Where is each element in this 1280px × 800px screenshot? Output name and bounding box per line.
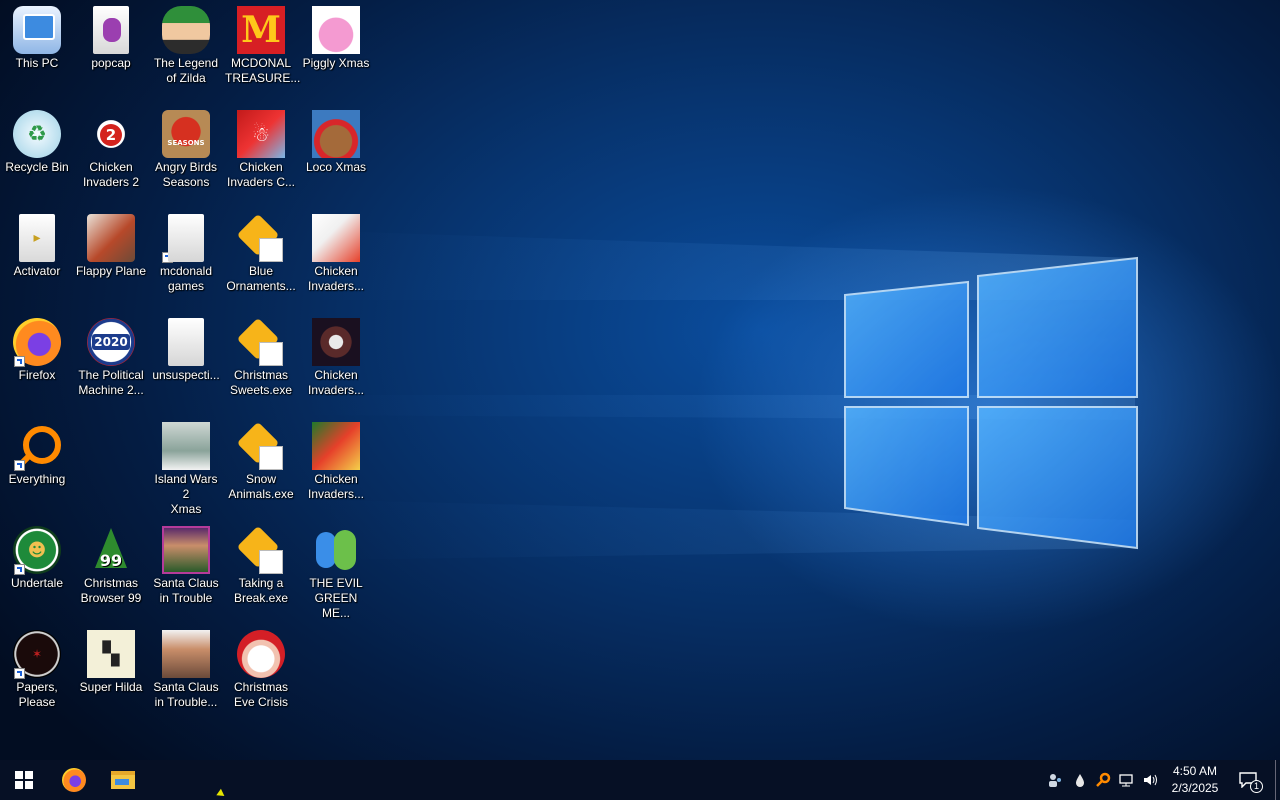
drop-icon[interactable]: [1072, 772, 1088, 788]
search-icon[interactable]: [1095, 772, 1111, 788]
taskbar-file-explorer-button[interactable]: [99, 760, 147, 800]
desktop-icon-loco-xmas[interactable]: Loco Xmas: [299, 104, 373, 208]
chicken-icon: [312, 318, 360, 366]
firefox-icon: [62, 768, 86, 792]
desktop-icon-everything[interactable]: Everything: [0, 416, 74, 520]
chicken-christmas-icon: ☃: [237, 110, 285, 158]
desktop-icon-chicken-invaders-b[interactable]: Chicken Invaders...: [299, 312, 373, 416]
desktop-icon-chicken-invaders-c[interactable]: ☃ Chicken Invaders C...: [224, 104, 298, 208]
desktop-icon-snow-animals[interactable]: Snow Animals.exe: [224, 416, 298, 520]
angry-birds-icon: SEASONS: [162, 110, 210, 158]
desktop-icon-island-wars-2[interactable]: Island Wars 2 Xmas: [149, 416, 223, 520]
desktop-icon-flappy-plane[interactable]: Flappy Plane: [74, 208, 148, 312]
desktop-icon-angry-birds-seasons[interactable]: SEASONS Angry Birds Seasons: [149, 104, 223, 208]
folder-icon: [93, 6, 129, 54]
desktop-icon-undertale[interactable]: ☻ Undertale: [0, 520, 74, 624]
desktop-icon-chicken-invaders-2[interactable]: 2 Chicken Invaders 2: [74, 104, 173, 263]
desktop-icon-chicken-invaders-d[interactable]: Chicken Invaders...: [299, 416, 373, 520]
desktop-icon-christmas-eve-crisis[interactable]: Christmas Eve Crisis: [224, 624, 298, 728]
zilda-icon: [162, 6, 210, 54]
chicken-icon: 2: [87, 110, 135, 158]
notification-count-badge: 1: [1250, 780, 1263, 793]
desktop-icon-papers-please[interactable]: ✶ Papers, Please: [0, 624, 74, 728]
desktop-icon-this-pc[interactable]: This PC: [0, 0, 74, 104]
desktop-icon-political-machine[interactable]: 2020 The Political Machine 2...: [74, 312, 148, 416]
pig-icon: [312, 6, 360, 54]
start-button[interactable]: [0, 760, 48, 800]
shortcut-arrow-icon: [14, 668, 25, 679]
desktop-icon-santa-claus-in-trouble-2[interactable]: Santa Claus in Trouble...: [149, 624, 223, 728]
puzzle-exe-icon: [236, 421, 285, 470]
mcdonalds-logo-icon: M: [237, 6, 285, 54]
volume-icon[interactable]: [1142, 772, 1158, 788]
puzzle-exe-icon: [236, 525, 285, 574]
mouse-cursor-icon: [216, 788, 227, 800]
desktop-icon-piggly-xmas[interactable]: Piggly Xmas: [299, 0, 373, 104]
desktop-icon-taking-a-break[interactable]: Taking a Break.exe: [224, 520, 298, 624]
clock-date: 2/3/2025: [1171, 781, 1219, 795]
chicken-icon: [312, 422, 360, 470]
desktop-wallpaper[interactable]: This PC ♻ Recycle Bin ▸ Activator Firefo…: [0, 0, 1280, 760]
folder-icon: ▸: [19, 214, 55, 262]
desktop-icon-mcdonald-games[interactable]: mcdonald games: [149, 208, 223, 312]
desktop-icon-popcap[interactable]: popcap: [74, 0, 148, 104]
flappy-plane-icon: [87, 214, 135, 262]
messenger-icon: [312, 526, 360, 574]
action-center-button[interactable]: 1: [1232, 760, 1268, 800]
super-hilda-icon: ▚: [87, 630, 135, 678]
desktop-icon-christmas-sweets[interactable]: Christmas Sweets.exe: [224, 312, 298, 416]
shortcut-arrow-icon: [14, 564, 25, 575]
political-machine-icon: 2020: [87, 318, 135, 366]
taskbar-firefox-button[interactable]: [50, 760, 98, 800]
this-pc-icon: [13, 6, 61, 54]
desktop-icon-mcdonal-treasure[interactable]: M MCDONAL TREASURE...: [224, 0, 300, 104]
puzzle-exe-icon: [236, 213, 285, 262]
network-icon[interactable]: [1118, 772, 1134, 788]
desktop-icon-christmas-browser[interactable]: 99 Christmas Browser 99: [74, 520, 148, 624]
puzzle-exe-icon: [236, 317, 285, 366]
desktop-icon-legend-of-zilda[interactable]: The Legend of Zilda: [149, 0, 223, 104]
desktop-icon-chicken-invaders-a[interactable]: Chicken Invaders...: [299, 208, 373, 312]
desktop-icon-activator[interactable]: ▸ Activator: [0, 208, 74, 312]
desktop-icon-santa-claus-in-trouble[interactable]: Santa Claus in Trouble: [149, 520, 223, 624]
folder-icon: [168, 214, 204, 262]
island-wars-icon: [162, 422, 210, 470]
folder-icon: [168, 318, 204, 366]
santa-icon: [162, 630, 210, 678]
people-icon[interactable]: [1047, 772, 1063, 788]
desktop-icon-recycle-bin[interactable]: ♻ Recycle Bin: [0, 104, 74, 208]
desktop-icon-evil-green-messenger[interactable]: THE EVIL GREEN ME...: [299, 520, 373, 624]
santa-icon: [162, 526, 210, 574]
christmas-tree-icon: 99: [87, 526, 135, 574]
show-desktop-button[interactable]: [1275, 760, 1276, 800]
file-explorer-icon: [111, 771, 135, 789]
desktop-icon-super-hilda[interactable]: ▚ Super Hilda: [74, 624, 148, 728]
taskbar: 4:50 AM 2/3/2025 1: [0, 760, 1280, 800]
windows-start-icon: [15, 771, 33, 789]
desktop-icon-firefox[interactable]: Firefox: [0, 312, 74, 416]
desktop-icon-blue-ornaments[interactable]: Blue Ornaments...: [224, 208, 298, 312]
santa-face-icon: [237, 630, 285, 678]
shortcut-arrow-icon: [14, 460, 25, 471]
recycle-bin-icon: ♻: [13, 110, 61, 158]
clock[interactable]: 4:50 AM 2/3/2025: [1160, 763, 1230, 797]
shortcut-arrow-icon: [14, 356, 25, 367]
clock-time: 4:50 AM: [1172, 764, 1218, 778]
chicken-icon: [312, 214, 360, 262]
desktop-icon-unsuspecting[interactable]: unsuspecti...: [149, 312, 223, 416]
bear-icon: [312, 110, 360, 158]
